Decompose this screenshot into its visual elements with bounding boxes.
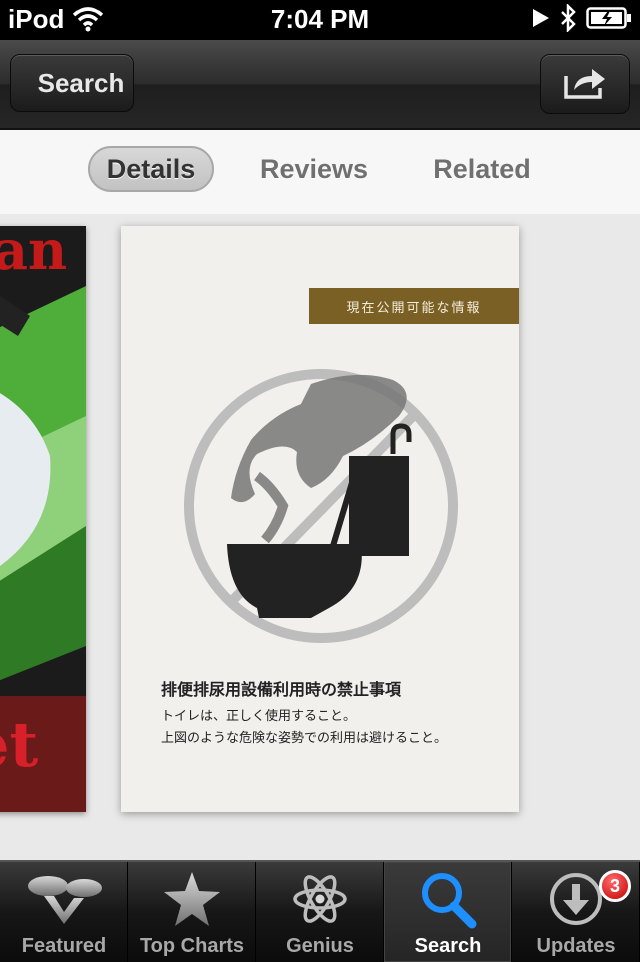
back-search-button[interactable]: Search <box>10 54 134 112</box>
tab-reviews[interactable]: Reviews <box>246 146 382 192</box>
tab-details[interactable]: Details <box>88 146 214 192</box>
screenshot-carousel[interactable]: tan et 現在公開可能な情報 排便排尿用設備利用時の禁止事項 トイレは、正し… <box>0 214 640 860</box>
search-icon <box>384 868 512 930</box>
caption-heading: 排便排尿用設備利用時の禁止事項 <box>161 680 402 699</box>
tabbar-item-top-charts[interactable]: Top Charts <box>128 862 256 962</box>
updates-badge: 3 <box>599 870 631 902</box>
share-icon <box>562 64 608 105</box>
atom-icon <box>256 868 384 930</box>
tabbar-label: Genius <box>286 935 354 957</box>
tab-bar: Featured Top Charts Genius Search 3 Upda… <box>0 860 640 962</box>
tabbar-label: Top Charts <box>139 935 245 957</box>
tabbar-label: Search <box>414 935 482 957</box>
segmented-control: Details Reviews Related <box>0 130 640 215</box>
tabbar-item-genius[interactable]: Genius <box>256 862 384 962</box>
play-icon <box>532 8 550 33</box>
tabbar-item-search[interactable]: Search <box>384 862 512 962</box>
navigation-bar: Search <box>0 40 640 130</box>
screenshot-caption: 排便排尿用設備利用時の禁止事項 トイレは、正しく使用すること。 上図のような危険… <box>161 676 501 750</box>
app-screenshot[interactable]: 現在公開可能な情報 排便排尿用設備利用時の禁止事項 トイレは、正しく使用すること… <box>121 226 519 812</box>
status-bar: iPod 7:04 PM <box>0 0 640 40</box>
featured-icon <box>0 868 128 930</box>
back-button-label: Search <box>37 67 125 98</box>
app-screenshot-partial[interactable]: tan et <box>0 226 86 812</box>
tab-related[interactable]: Related <box>418 146 546 192</box>
screenshot-title-fragment-bottom: et <box>0 708 39 781</box>
tabbar-item-updates[interactable]: 3 Updates <box>512 862 640 962</box>
bluetooth-icon <box>560 2 576 37</box>
no-entry-toilet-illustration <box>161 356 481 651</box>
star-icon <box>128 868 256 930</box>
caption-line: トイレは、正しく使用すること。 <box>161 709 357 724</box>
battery-icon <box>586 6 632 34</box>
share-button[interactable] <box>540 54 630 114</box>
tabbar-label: Updates <box>536 935 616 957</box>
info-banner: 現在公開可能な情報 <box>309 288 519 324</box>
screenshot-title-fragment: tan <box>0 226 68 282</box>
tabbar-item-featured[interactable]: Featured <box>0 862 128 962</box>
caption-line: 上図のような危険な姿勢での利用は避けること。 <box>161 731 448 746</box>
tabbar-label: Featured <box>21 935 107 957</box>
